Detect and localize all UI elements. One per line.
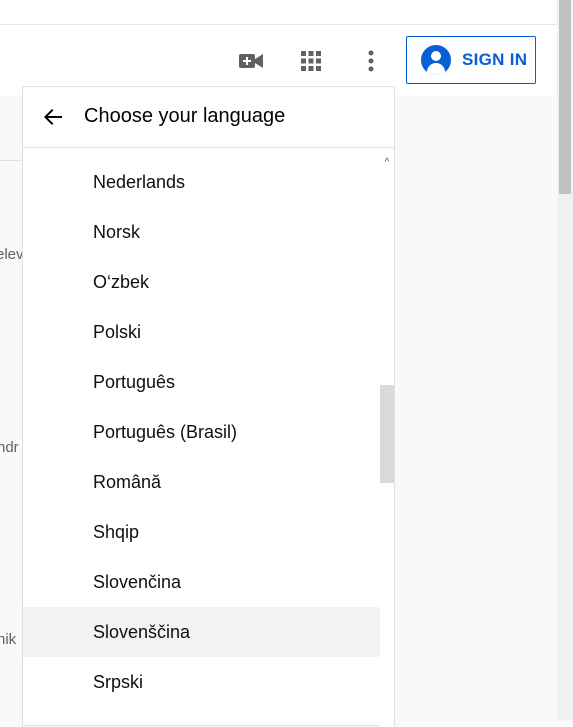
browser-top-strip bbox=[0, 0, 557, 24]
language-list-scrollbar-thumb[interactable] bbox=[380, 385, 394, 483]
background-divider bbox=[0, 160, 22, 161]
background-text-2: ndr bbox=[0, 439, 19, 456]
sign-in-label: SIGN IN bbox=[462, 50, 528, 69]
sign-in-button[interactable]: SIGN IN bbox=[406, 36, 536, 84]
language-item-polski[interactable]: Polski bbox=[23, 307, 380, 357]
language-menu: Choose your language Nederlands Norsk O‘… bbox=[22, 86, 395, 727]
create-video-icon[interactable] bbox=[237, 47, 265, 75]
apps-grid-icon[interactable] bbox=[297, 47, 325, 75]
language-item-portugues-brasil[interactable]: Português (Brasil) bbox=[23, 407, 380, 457]
background-text-1: elev bbox=[0, 246, 24, 263]
language-item-ozbek[interactable]: O‘zbek bbox=[23, 257, 380, 307]
language-item-norsk[interactable]: Norsk bbox=[23, 207, 380, 257]
page-scrollbar-thumb[interactable] bbox=[559, 0, 571, 194]
language-list: Nederlands Norsk O‘zbek Polski Português… bbox=[23, 157, 380, 707]
account-circle-icon bbox=[421, 45, 451, 75]
language-list-scrollbar[interactable]: ^ bbox=[380, 157, 394, 727]
language-item-slovencina[interactable]: Slovenčina bbox=[23, 557, 380, 607]
arrow-back-icon bbox=[44, 109, 62, 125]
page-scrollbar[interactable] bbox=[557, 0, 573, 720]
language-item-shqip[interactable]: Shqip bbox=[23, 507, 380, 557]
background-text-3: nik bbox=[0, 631, 17, 648]
language-item-slovenscina[interactable]: Slovenščina bbox=[23, 607, 380, 657]
background-page bbox=[0, 96, 22, 720]
language-item-romana[interactable]: Română bbox=[23, 457, 380, 507]
language-menu-header: Choose your language bbox=[23, 87, 394, 148]
language-item-nederlands[interactable]: Nederlands bbox=[23, 157, 380, 207]
scroll-up-arrow-icon[interactable]: ^ bbox=[382, 157, 392, 169]
language-item-srpski[interactable]: Srpski bbox=[23, 657, 380, 707]
language-item-portugues[interactable]: Português bbox=[23, 357, 380, 407]
more-vert-icon[interactable] bbox=[357, 47, 385, 75]
background-right bbox=[396, 96, 557, 720]
back-button[interactable] bbox=[39, 103, 67, 131]
language-menu-title: Choose your language bbox=[84, 105, 286, 127]
